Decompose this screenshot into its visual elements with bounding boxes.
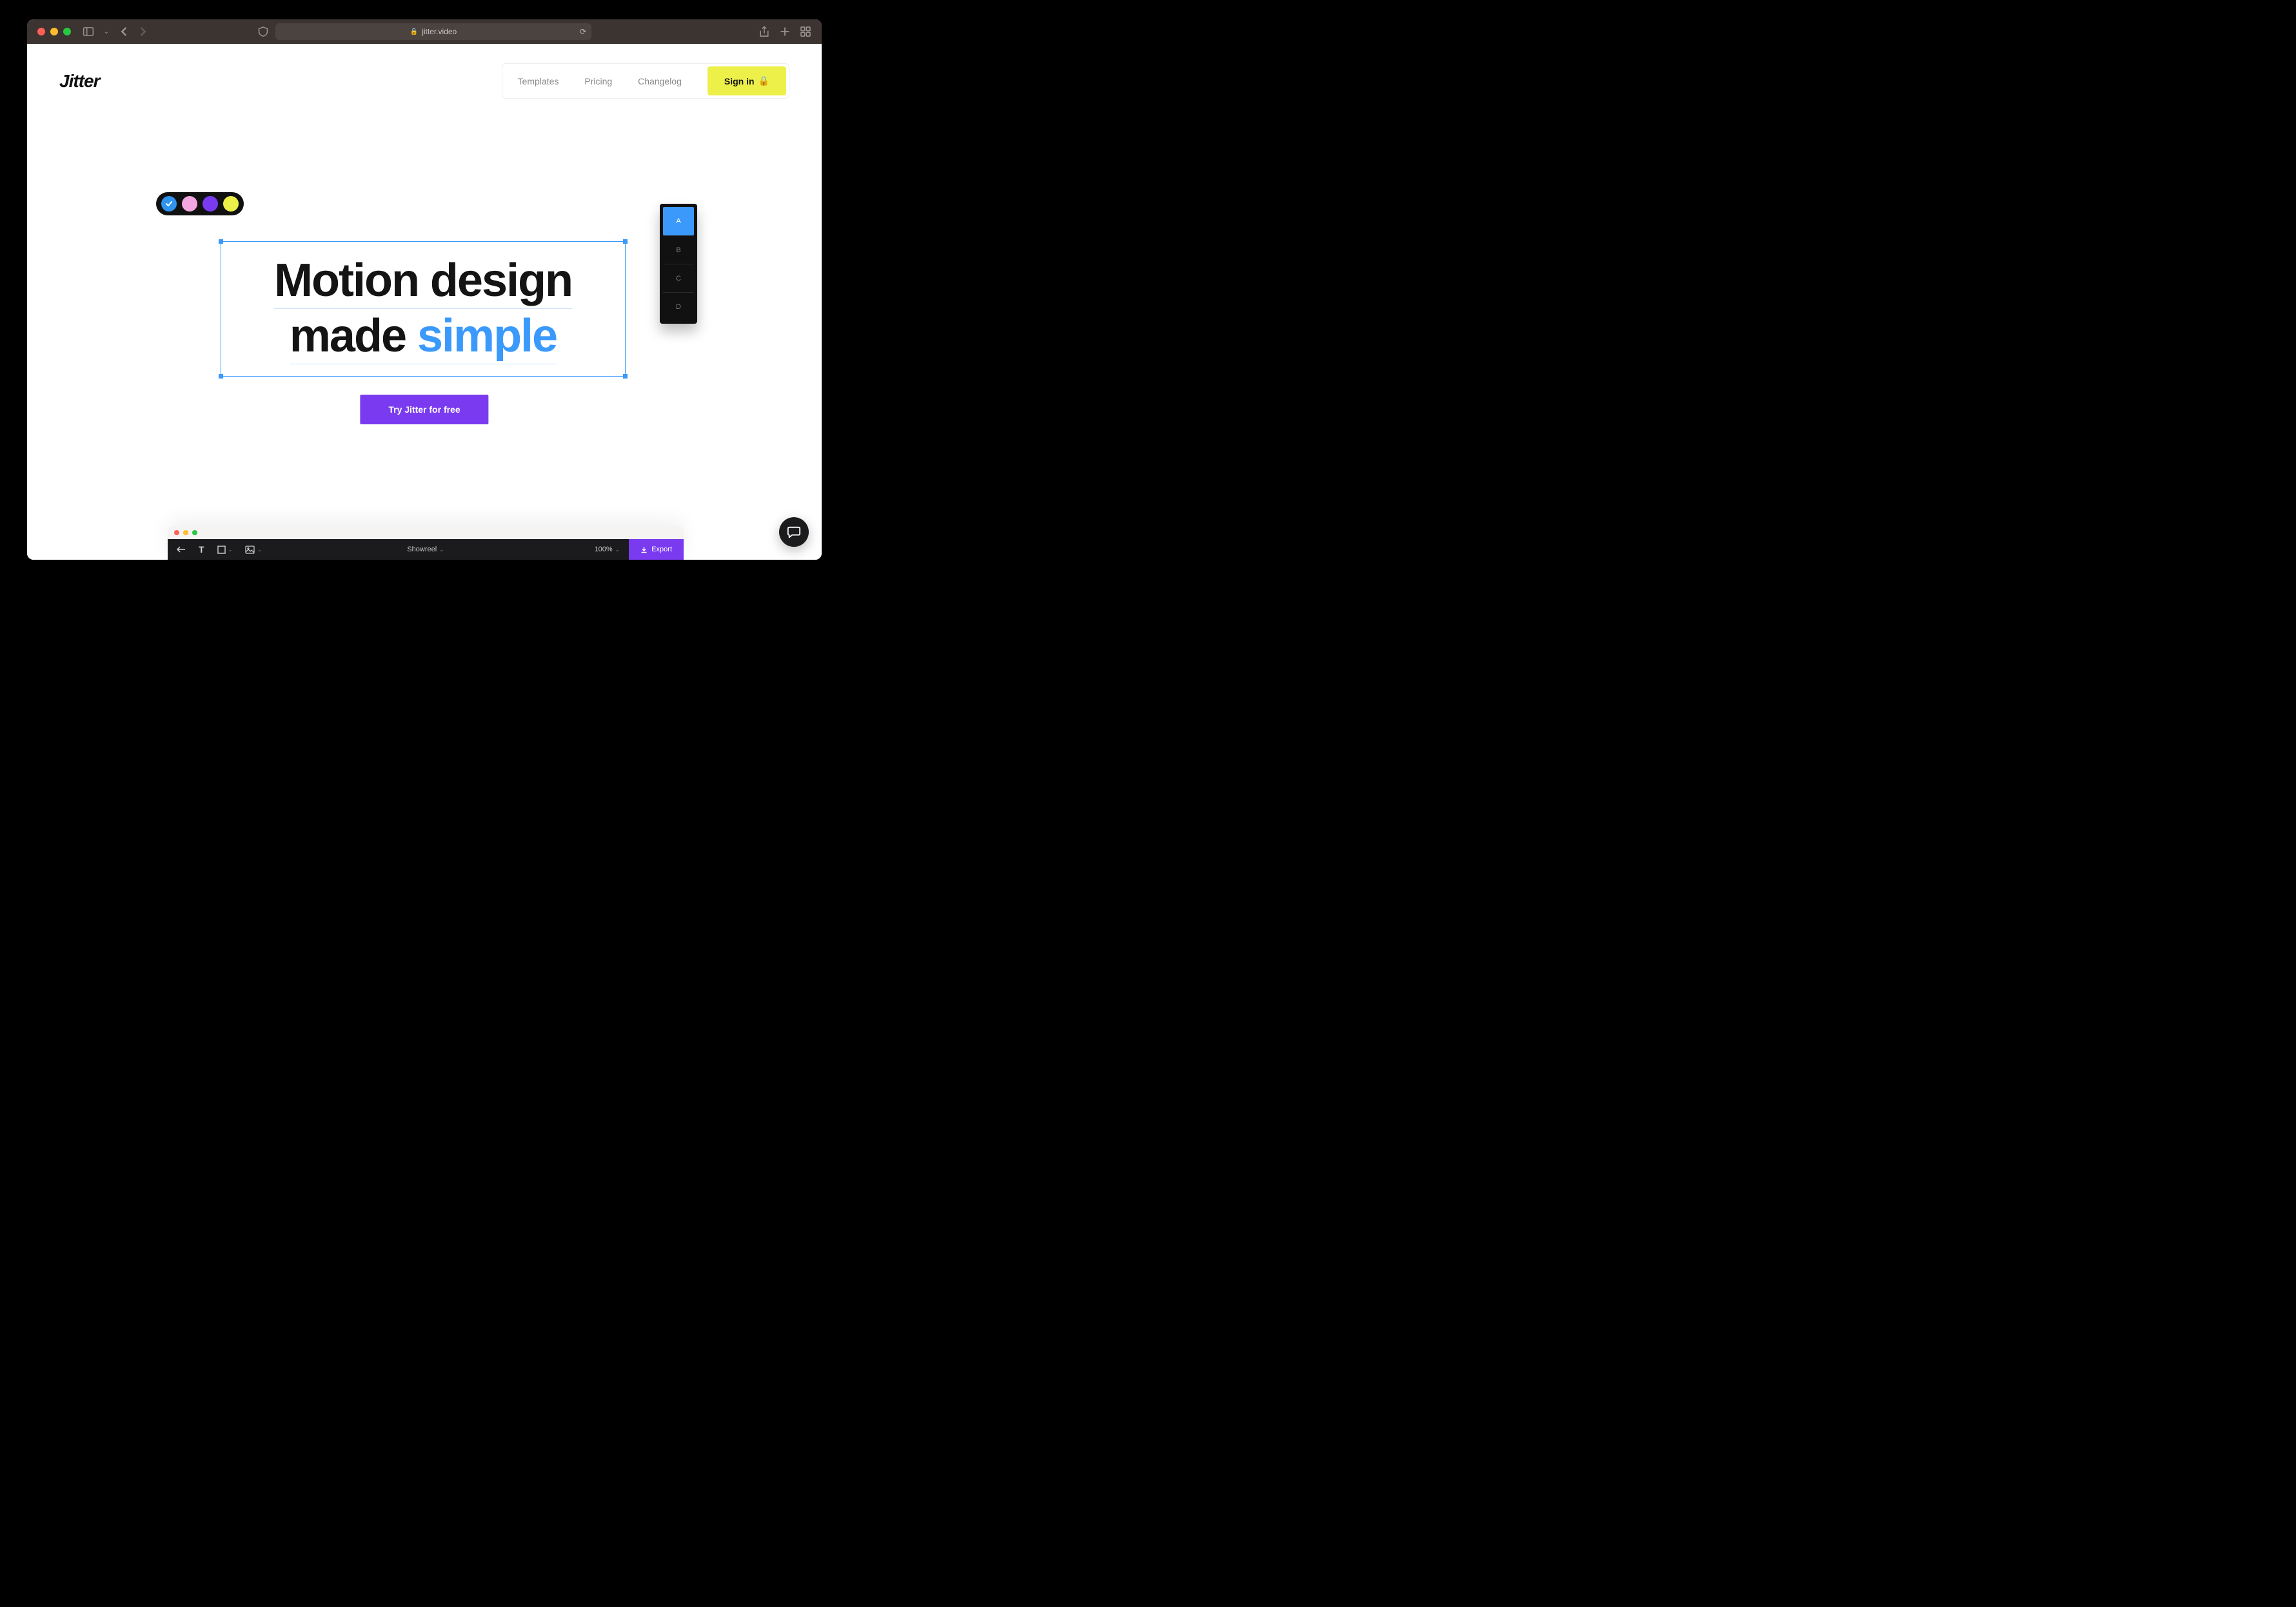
signin-label: Sign in [724, 76, 755, 86]
zoom-control[interactable]: 100% ⌄ [586, 546, 629, 553]
editor-window-titlebar [168, 526, 684, 539]
main-nav: Templates Pricing Changelog Sign in 🔒 [502, 63, 789, 99]
lock-icon: 🔒 [410, 28, 418, 35]
chat-icon [787, 525, 801, 539]
palette-color-4[interactable] [223, 196, 239, 212]
resize-handle-tr[interactable] [623, 239, 628, 244]
sidebar-toggle-icon[interactable] [83, 26, 94, 37]
lock-icon: 🔒 [758, 75, 769, 86]
tabs-overview-icon[interactable] [800, 26, 811, 37]
editor-toolbar: T ⌄ ⌄ Showreel ⌄ 100% [168, 539, 684, 560]
browser-titlebar: ⌄ 🔒 jitter.video ⟳ [27, 19, 822, 44]
browser-window: ⌄ 🔒 jitter.video ⟳ [27, 19, 822, 560]
address-bar[interactable]: 🔒 jitter.video ⟳ [275, 23, 591, 40]
text-tool-icon[interactable]: T [199, 544, 204, 555]
shield-icon[interactable] [257, 26, 269, 37]
variant-a[interactable]: A [663, 207, 694, 235]
headline-line-1: Motion design [274, 253, 572, 309]
palette-color-2[interactable] [182, 196, 197, 212]
close-icon[interactable] [174, 530, 179, 535]
variant-b[interactable]: B [663, 235, 694, 264]
page-content: Jitter Templates Pricing Changelog Sign … [27, 44, 822, 560]
try-free-button[interactable]: Try Jitter for free [360, 395, 488, 424]
color-palette [156, 192, 244, 215]
resize-handle-tl[interactable] [219, 239, 223, 244]
nav-templates[interactable]: Templates [505, 67, 572, 95]
palette-color-1[interactable] [161, 196, 177, 212]
nav-pricing[interactable]: Pricing [571, 67, 625, 95]
chat-widget-button[interactable] [779, 517, 809, 547]
resize-handle-br[interactable] [623, 374, 628, 379]
variant-c[interactable]: C [663, 264, 694, 292]
minimize-icon[interactable] [183, 530, 188, 535]
site-header: Jitter Templates Pricing Changelog Sign … [27, 63, 822, 99]
variant-panel: A B C D [660, 204, 697, 324]
back-arrow-icon[interactable] [177, 546, 186, 553]
shape-tool-icon[interactable]: ⌄ [217, 546, 233, 554]
fullscreen-icon[interactable] [192, 530, 197, 535]
palette-color-3[interactable] [203, 196, 218, 212]
share-icon[interactable] [758, 26, 770, 37]
resize-handle-bl[interactable] [219, 374, 223, 379]
hero-selection-box[interactable]: Motion design made simple [221, 241, 626, 377]
back-button[interactable] [119, 26, 130, 37]
url-text: jitter.video [422, 27, 457, 36]
nav-changelog[interactable]: Changelog [625, 67, 695, 95]
reload-button[interactable]: ⟳ [580, 27, 586, 36]
new-tab-icon[interactable] [779, 26, 791, 37]
export-button[interactable]: Export [629, 539, 684, 560]
image-tool-icon[interactable]: ⌄ [245, 546, 262, 554]
fullscreen-window-button[interactable] [63, 28, 71, 35]
window-controls [37, 28, 71, 35]
forward-button[interactable] [137, 26, 148, 37]
headline-line-2: made simple [290, 309, 557, 364]
chevron-down-icon[interactable]: ⌄ [101, 26, 112, 37]
check-icon [165, 200, 173, 208]
hero-headline: Motion design made simple [221, 242, 625, 364]
chevron-down-icon: ⌄ [439, 546, 444, 553]
minimize-window-button[interactable] [50, 28, 58, 35]
chevron-down-icon: ⌄ [615, 546, 620, 553]
editor-preview: T ⌄ ⌄ Showreel ⌄ 100% [168, 526, 684, 560]
project-title[interactable]: Showreel ⌄ [407, 546, 444, 553]
signin-button[interactable]: Sign in 🔒 [708, 66, 786, 95]
close-window-button[interactable] [37, 28, 45, 35]
variant-d[interactable]: D [663, 292, 694, 320]
site-logo[interactable]: Jitter [59, 71, 99, 92]
download-icon [640, 546, 648, 553]
